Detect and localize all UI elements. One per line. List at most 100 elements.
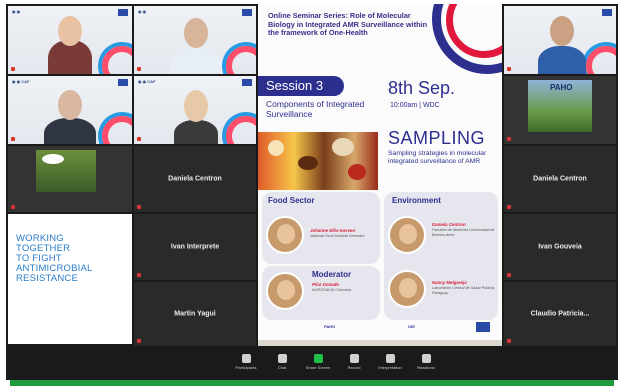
name-tile-daniela-centron[interactable]: Daniela Centron (134, 146, 256, 212)
mic-muted-icon (507, 205, 511, 209)
paho-logo: PAHO (550, 83, 573, 92)
chat-icon (277, 354, 287, 363)
participant-head (184, 90, 208, 122)
participant-name: Claudio Patricia... (530, 310, 590, 318)
sampling-subtitle: Sampling strategies in molecular integra… (388, 150, 487, 165)
participant-name: Daniela Centron (168, 175, 222, 183)
speaker-name: Nancy Melgarejo (432, 280, 467, 285)
moderator-title: Moderator (312, 270, 352, 279)
name-tile-daniela-centron-2[interactable]: Daniela Centron (504, 146, 616, 212)
interpretation-button[interactable]: Interpretation (372, 354, 408, 370)
share-screen-icon (313, 354, 323, 363)
speaker-photo (388, 270, 426, 308)
name-tile-ivan-gouveia[interactable]: Ivan Gouveia (504, 214, 616, 280)
participant-body (538, 46, 586, 74)
video-tile-participant-6[interactable] (504, 6, 616, 74)
session-badge: Session 3 (258, 76, 344, 96)
paho-thumbnail: PAHO (528, 80, 592, 132)
participants-button[interactable]: Participants (228, 354, 264, 370)
interpretation-label: Interpretation (378, 365, 402, 370)
mic-muted-icon (11, 205, 15, 209)
food-sector-title: Food Sector (268, 196, 315, 205)
slide-footer-bar (258, 340, 502, 346)
participant-body (170, 48, 222, 74)
brand-logo-icon: ◉ ◉ (12, 9, 21, 14)
speaker-institution: Laboratorio Central de Salud Pública, Pa… (432, 286, 496, 295)
speaker-institution: Facultad de Medicina Universidad de Buen… (432, 228, 495, 237)
eu-flag-icon (242, 9, 252, 16)
participant-body (174, 120, 218, 144)
record-label: Record (347, 365, 361, 370)
mic-muted-icon (11, 137, 15, 141)
mic-muted-icon (11, 67, 15, 71)
name-tile-claudio[interactable]: Claudio Patricia... (504, 282, 616, 346)
session-topic: Components of Integrated Surveillance (266, 99, 365, 119)
participants-label: Participants (235, 365, 257, 370)
record-button[interactable]: Record (336, 354, 372, 370)
screenshot-frame: ◉ ◉ ◉ ◉ CAF WORKING TOGETHER TO FIGHT AN… (0, 0, 624, 388)
video-tile-participant-3[interactable] (8, 146, 132, 212)
speaker-name: Daniela Centron (432, 222, 466, 227)
shared-slide: Online Seminar Series: Role of Molecular… (258, 4, 502, 346)
meeting-toolbar: Participants Chat Share Screen Record In… (6, 350, 618, 380)
eu-flag-icon (118, 79, 128, 86)
share-screen-button[interactable]: Share Screen (300, 354, 336, 370)
session-time: 10:00am | WDC (390, 102, 440, 109)
paho-logo: PAHO (324, 324, 336, 329)
brand-logo-icon: ◉ ◉ CAF (138, 79, 156, 84)
eu-flag-icon (242, 79, 252, 86)
ucan-logo-icon (42, 154, 64, 164)
amr-banner-tile: WORKING TOGETHER TO FIGHT ANTIMICROBIAL … (8, 214, 132, 344)
participant-head (184, 18, 208, 48)
chat-button[interactable]: Chat (264, 354, 300, 370)
participant-video-thumbnail (36, 150, 96, 192)
sampling-heading: SAMPLING (388, 128, 486, 148)
video-tile-participant-5[interactable]: ◉ ◉ CAF (134, 76, 256, 144)
zoom-meeting-window: ◉ ◉ ◉ ◉ CAF WORKING TOGETHER TO FIGHT AN… (6, 4, 618, 380)
participant-name: Ivan Gouveia (538, 243, 582, 251)
participants-icon (241, 354, 251, 363)
oie-logo: OIE (408, 324, 415, 329)
speaker-photo (266, 216, 304, 254)
video-tile-participant-1[interactable]: ◉ ◉ (8, 6, 132, 74)
food-photo (258, 132, 378, 190)
mic-muted-icon (507, 137, 511, 141)
video-tile-participant-2[interactable]: ◉ ◉ CAF (8, 76, 132, 144)
mic-muted-icon (137, 67, 141, 71)
speaker-name: Johanne Ellis-Iversen (310, 228, 356, 233)
name-tile-ivan-interprete[interactable]: Ivan Interprete (134, 214, 256, 280)
mic-muted-icon (507, 273, 511, 277)
video-tile-participant-4[interactable]: ◉ ◉ (134, 6, 256, 74)
name-tile-martin-yagui[interactable]: Martin Yagui (134, 282, 256, 346)
globe-icon (385, 354, 395, 363)
reactions-label: Reactions (417, 365, 435, 370)
footer-logos: PAHO OIE (264, 320, 496, 338)
video-tile-paho[interactable]: PAHO (504, 76, 616, 144)
green-accent-bar (10, 380, 614, 386)
speaker-institution: AGROSAVIA Colombia (312, 288, 352, 292)
participant-body (44, 118, 96, 144)
participant-name: Ivan Interprete (170, 243, 220, 251)
brand-logo-icon: ◉ ◉ CAF (12, 79, 30, 84)
slide-title: Online Seminar Series: Role of Molecular… (268, 11, 428, 38)
eu-flag-icon (602, 9, 612, 16)
brand-logo-icon: ◉ ◉ (138, 9, 147, 14)
session-date: 8th Sep. (388, 78, 456, 98)
mic-muted-icon (507, 339, 511, 343)
speaker-photo (388, 216, 426, 254)
participant-name: Martin Yagui (174, 310, 216, 318)
reactions-button[interactable]: Reactions (408, 354, 444, 370)
environment-title: Environment (392, 196, 441, 205)
eu-flag-icon (476, 322, 490, 332)
speaker-name: Pilar Donado (312, 282, 340, 287)
chat-label: Chat (277, 365, 287, 370)
speaker-photo (266, 272, 304, 310)
mic-muted-icon (137, 137, 141, 141)
eu-flag-icon (118, 9, 128, 16)
mic-muted-icon (507, 67, 511, 71)
participant-name: Daniela Centron (533, 175, 587, 183)
participant-head (58, 16, 82, 46)
mic-muted-icon (137, 205, 141, 209)
banner-line-5: RESISTANCE (16, 273, 79, 284)
speaker-institution: National Food Institute Denmark (310, 234, 365, 238)
